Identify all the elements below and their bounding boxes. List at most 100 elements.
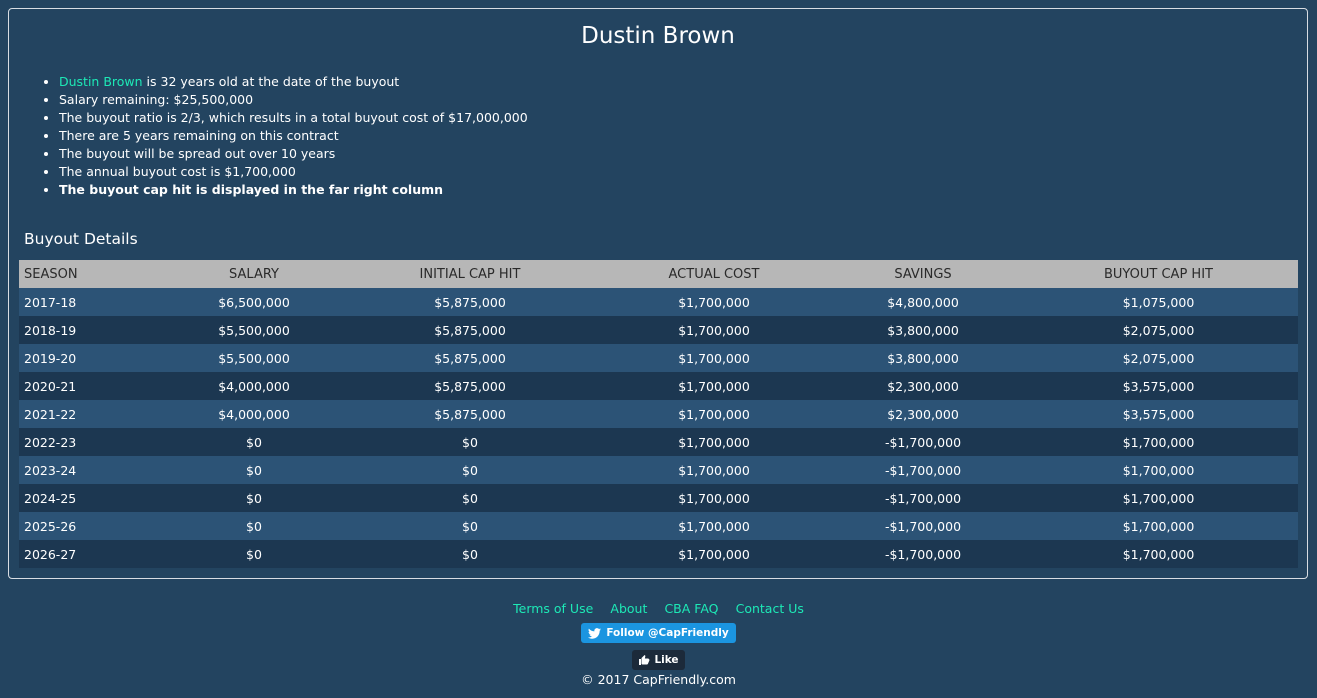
twitter-follow-button[interactable]: Follow @CapFriendly [581,623,736,643]
cell-season: 2017-18 [19,288,169,316]
fact-salary-remaining: Salary remaining: $25,500,000 [59,91,1307,109]
table-body: 2017-18 $6,500,000 $5,875,000 $1,700,000 $4,… [19,288,1298,568]
section-title: Buyout Details [24,230,138,248]
cell-initial-cap-hit: $5,875,000 [339,400,601,428]
column-header-season[interactable]: SEASON [19,260,169,288]
footer-link-terms[interactable]: Terms of Use [513,601,593,616]
footer-link-contact[interactable]: Contact Us [736,601,804,616]
cell-season: 2020-21 [19,372,169,400]
cell-salary: $6,500,000 [169,288,339,316]
cell-initial-cap-hit: $5,875,000 [339,316,601,344]
cell-initial-cap-hit: $0 [339,456,601,484]
cell-buyout-cap-hit: $2,075,000 [1019,316,1298,344]
fact-years-remaining: There are 5 years remaining on this cont… [59,127,1307,145]
cell-season: 2022-23 [19,428,169,456]
cell-salary: $0 [169,484,339,512]
cell-savings: -$1,700,000 [827,428,1019,456]
cell-season: 2024-25 [19,484,169,512]
twitter-bird-icon [588,627,602,639]
column-header-actual-cost[interactable]: ACTUAL COST [601,260,827,288]
cell-actual-cost: $1,700,000 [601,316,827,344]
cell-savings: $3,800,000 [827,316,1019,344]
cell-actual-cost: $1,700,000 [601,428,827,456]
cell-buyout-cap-hit: $2,075,000 [1019,344,1298,372]
cell-buyout-cap-hit: $1,700,000 [1019,428,1298,456]
cell-actual-cost: $1,700,000 [601,400,827,428]
table-row: 2024-25 $0 $0 $1,700,000 -$1,700,000 $1,700,0… [19,484,1298,512]
cell-salary: $5,500,000 [169,344,339,372]
cell-initial-cap-hit: $0 [339,540,601,568]
cell-season: 2021-22 [19,400,169,428]
cell-savings: -$1,700,000 [827,512,1019,540]
cell-salary: $0 [169,456,339,484]
facebook-like-button[interactable]: Like [632,650,685,670]
copyright: © 2017 CapFriendly.com [581,672,736,687]
cell-actual-cost: $1,700,000 [601,372,827,400]
cell-season: 2025-26 [19,512,169,540]
table-row: 2021-22 $4,000,000 $5,875,000 $1,700,000 $2,… [19,400,1298,428]
cell-season: 2019-20 [19,344,169,372]
fact-age: Dustin Brown is 32 years old at the date… [59,73,1307,91]
cell-actual-cost: $1,700,000 [601,512,827,540]
cell-season: 2023-24 [19,456,169,484]
cell-savings: -$1,700,000 [827,484,1019,512]
cell-savings: $2,300,000 [827,372,1019,400]
cell-buyout-cap-hit: $3,575,000 [1019,372,1298,400]
cell-actual-cost: $1,700,000 [601,484,827,512]
table-row: 2025-26 $0 $0 $1,700,000 -$1,700,000 $1,700,0… [19,512,1298,540]
cell-salary: $0 [169,428,339,456]
column-header-savings[interactable]: SAVINGS [827,260,1019,288]
buyout-facts-list: Dustin Brown is 32 years old at the date… [9,73,1307,199]
fact-age-text: is 32 years old at the date of the buyou… [142,74,400,89]
cell-actual-cost: $1,700,000 [601,540,827,568]
cell-actual-cost: $1,700,000 [601,288,827,316]
footer-link-cba-faq[interactable]: CBA FAQ [664,601,718,616]
column-header-initial-cap-hit[interactable]: INITIAL CAP HIT [339,260,601,288]
cell-season: 2018-19 [19,316,169,344]
cell-savings: $4,800,000 [827,288,1019,316]
column-header-salary[interactable]: SALARY [169,260,339,288]
footer-link-about[interactable]: About [610,601,647,616]
table-row: 2023-24 $0 $0 $1,700,000 -$1,700,000 $1,700,0… [19,456,1298,484]
cell-salary: $0 [169,512,339,540]
fact-buyout-ratio: The buyout ratio is 2/3, which results i… [59,109,1307,127]
cell-buyout-cap-hit: $1,700,000 [1019,456,1298,484]
table-row: 2022-23 $0 $0 $1,700,000 -$1,700,000 $1,700,0… [19,428,1298,456]
cell-savings: $3,800,000 [827,344,1019,372]
cell-buyout-cap-hit: $3,575,000 [1019,400,1298,428]
buyout-panel: Dustin Brown Dustin Brown is 32 years ol… [8,8,1308,579]
cell-savings: -$1,700,000 [827,456,1019,484]
cell-salary: $5,500,000 [169,316,339,344]
cell-initial-cap-hit: $5,875,000 [339,288,601,316]
fact-annual-cost: The annual buyout cost is $1,700,000 [59,163,1307,181]
page-title: Dustin Brown [581,23,735,49]
cell-buyout-cap-hit: $1,075,000 [1019,288,1298,316]
cell-actual-cost: $1,700,000 [601,344,827,372]
table-header-row: SEASON SALARY INITIAL CAP HIT ACTUAL COS… [19,260,1298,288]
facebook-like-label: Like [654,654,679,666]
cell-salary: $0 [169,540,339,568]
table-row: 2018-19 $5,500,000 $5,875,000 $1,700,000 $3,… [19,316,1298,344]
footer-links: Terms of Use About CBA FAQ Contact Us [0,598,1317,617]
thumbs-up-icon [639,655,650,665]
cell-savings: $2,300,000 [827,400,1019,428]
player-link[interactable]: Dustin Brown [59,74,143,89]
footer: Terms of Use About CBA FAQ Contact Us Fo… [0,598,1317,687]
cell-buyout-cap-hit: $1,700,000 [1019,512,1298,540]
twitter-follow-label: Follow @CapFriendly [606,627,729,639]
buyout-table: SEASON SALARY INITIAL CAP HIT ACTUAL COS… [19,260,1298,568]
fact-cap-hit-note: The buyout cap hit is displayed in the f… [59,181,1307,199]
cell-initial-cap-hit: $0 [339,428,601,456]
cell-initial-cap-hit: $0 [339,484,601,512]
table-row: 2017-18 $6,500,000 $5,875,000 $1,700,000 $4,… [19,288,1298,316]
cell-savings: -$1,700,000 [827,540,1019,568]
cell-buyout-cap-hit: $1,700,000 [1019,540,1298,568]
table-row: 2026-27 $0 $0 $1,700,000 -$1,700,000 $1,700,0… [19,540,1298,568]
table-row: 2019-20 $5,500,000 $5,875,000 $1,700,000 $3,… [19,344,1298,372]
cell-salary: $4,000,000 [169,372,339,400]
cell-salary: $4,000,000 [169,400,339,428]
column-header-buyout-cap-hit[interactable]: BUYOUT CAP HIT [1019,260,1298,288]
cell-initial-cap-hit: $0 [339,512,601,540]
cell-initial-cap-hit: $5,875,000 [339,372,601,400]
fact-spread: The buyout will be spread out over 10 ye… [59,145,1307,163]
